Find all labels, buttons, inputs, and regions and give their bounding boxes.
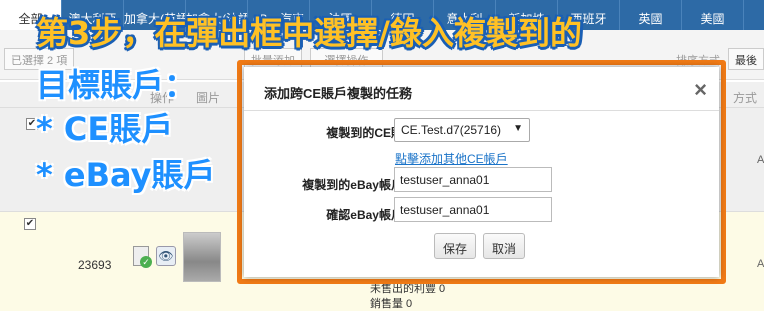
eye-icon[interactable]: 👁 [156, 246, 176, 266]
copy-task-dialog: 添加跨CE賬戶複製的任務 × 複製到的CE賬戶： CE.Test.d7(2571… [244, 67, 719, 277]
ce-account-value: CE.Test.d7(25716) [401, 123, 502, 137]
document-check-icon[interactable]: ✓ [133, 246, 152, 268]
product-thumbnail[interactable] [183, 232, 221, 282]
row-edge-text: A [757, 258, 764, 270]
annotation-step-title: 第3步，在彈出框中選擇/錄入複製到的 [36, 14, 582, 52]
col-header-method: 方式 [733, 91, 758, 105]
check-badge-icon: ✓ [140, 256, 152, 268]
item-id: 23693 [78, 258, 112, 272]
dialog-title: 添加跨CE賬戶複製的任務 [264, 86, 413, 101]
row-checkbox[interactable]: ✔ [24, 218, 36, 230]
chevron-down-icon: ▼ [513, 123, 523, 134]
ce-account-select[interactable]: CE.Test.d7(25716) ▼ [394, 118, 530, 142]
row-edge-text: A [757, 154, 764, 166]
annotation-ebay-account: * eBay賬戶 [36, 156, 216, 194]
confirm-ebay-input[interactable] [394, 197, 552, 222]
tab-us[interactable]: 美國 [682, 0, 744, 30]
sort-select[interactable]: 最後 [728, 48, 764, 70]
save-button[interactable]: 保存 [434, 233, 477, 259]
annotation-target-account: 目標賬戶： [36, 66, 197, 104]
sales-text: 銷售量 0 [370, 298, 413, 310]
tab-uk[interactable]: 英國 [620, 0, 682, 30]
add-ce-account-link[interactable]: 點擊添加其他CE帳戶 [395, 150, 508, 167]
cancel-button[interactable]: 取消 [483, 233, 526, 259]
ebay-account-input[interactable] [394, 167, 552, 192]
dialog-header: 添加跨CE賬戶複製的任務 × [244, 67, 719, 111]
close-icon[interactable]: × [694, 77, 707, 103]
col-header-image: 圖片 [196, 91, 221, 105]
annotation-ce-account: * CE賬戶 [36, 110, 174, 148]
